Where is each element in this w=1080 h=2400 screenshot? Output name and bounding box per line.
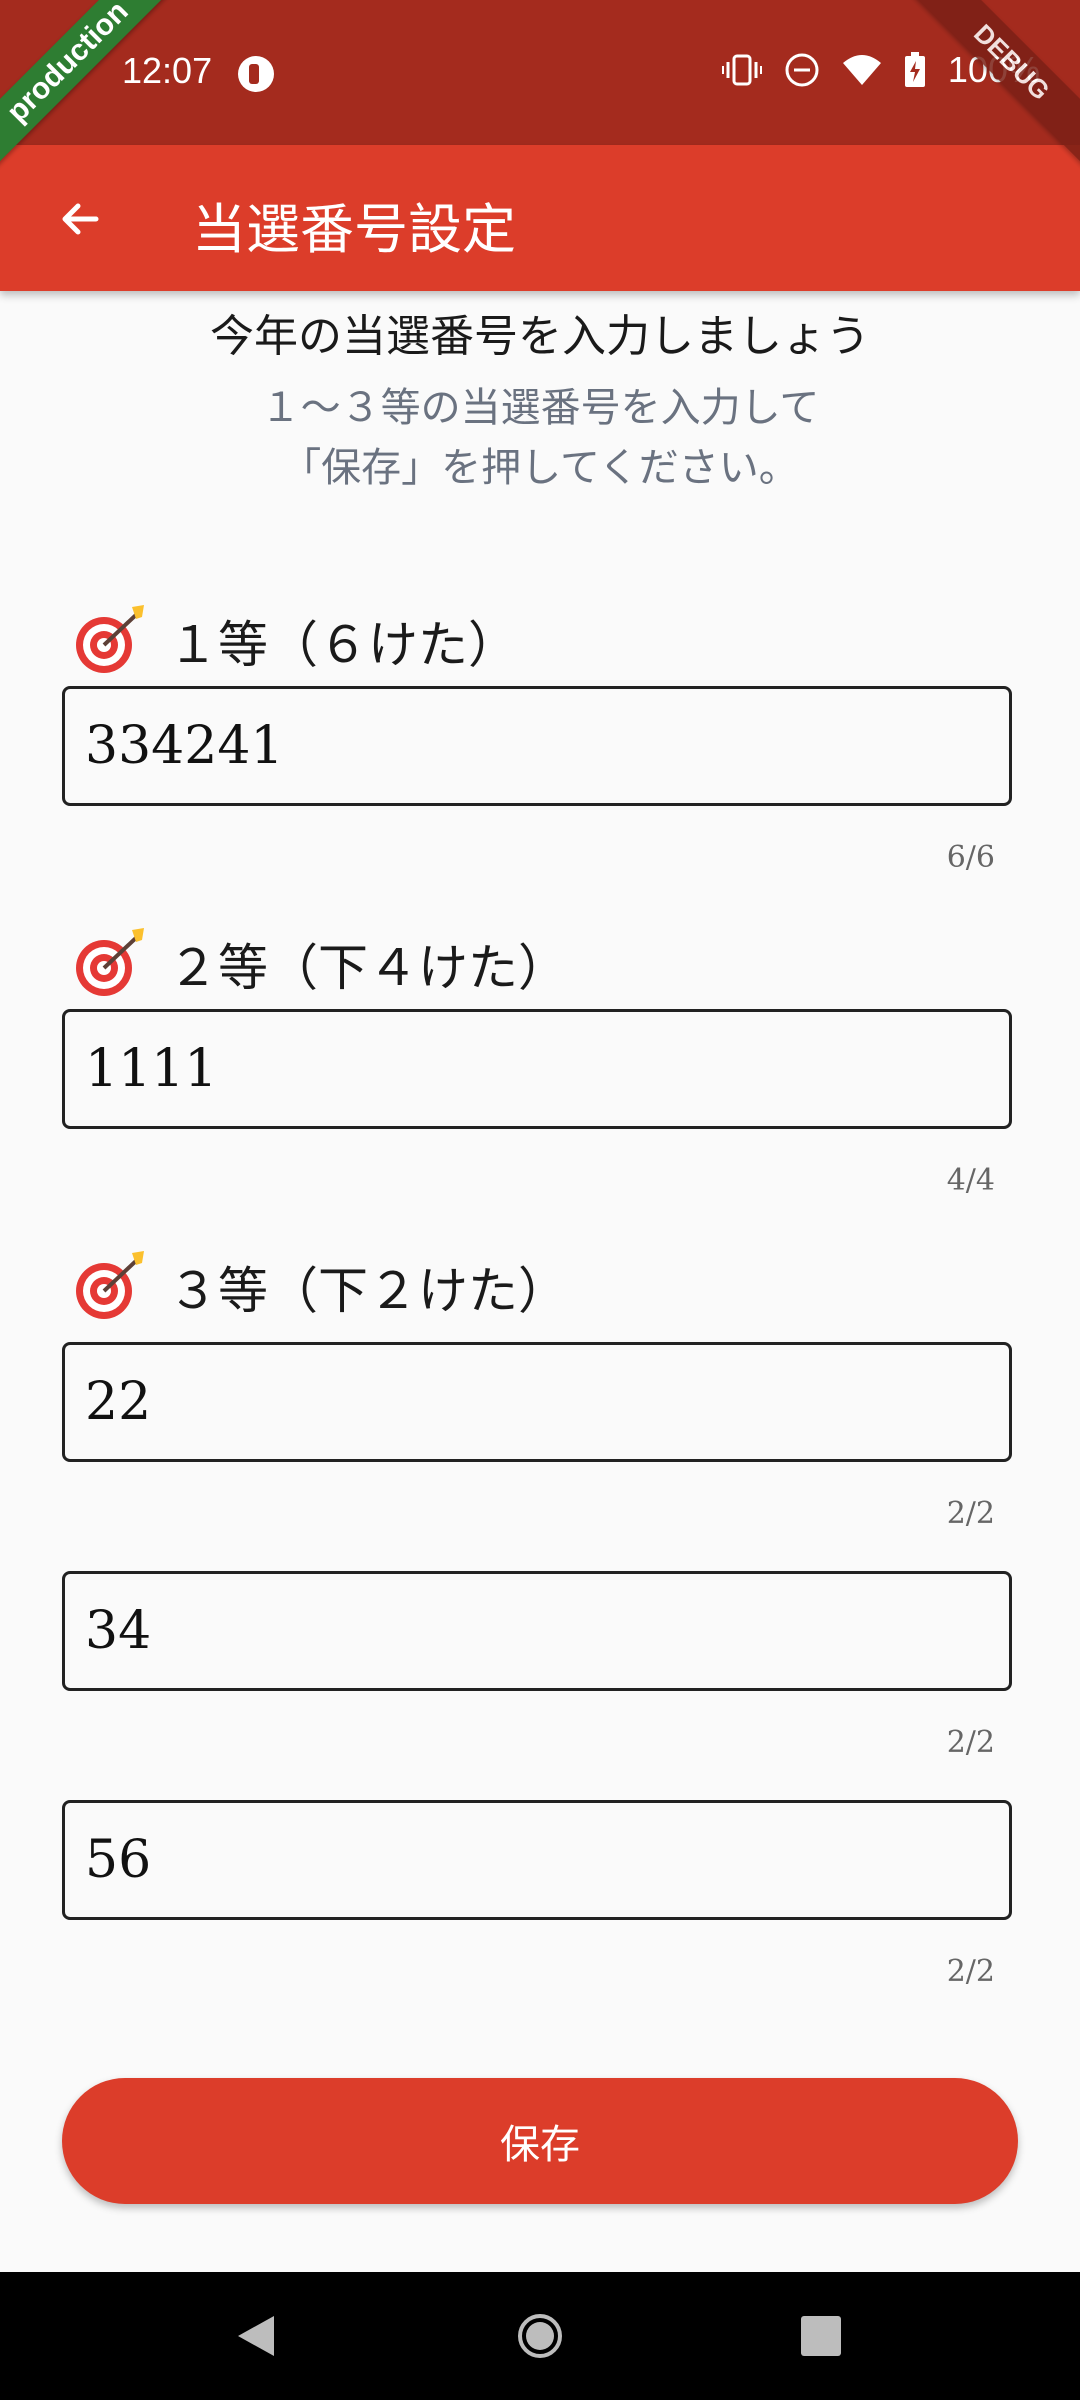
- prize-3-label-text: ３等（下２けた）: [168, 1262, 568, 1320]
- page-title: 当選番号設定: [192, 198, 516, 261]
- prize-1-label-text: １等（６けた）: [168, 616, 518, 674]
- prize-1-input[interactable]: 334241: [62, 686, 1012, 806]
- battery-charging-icon: [904, 52, 925, 87]
- back-button[interactable]: [40, 179, 120, 259]
- app-bar: 当選番号設定: [0, 145, 1080, 291]
- prize-3-counter-3: 2/2: [946, 1954, 995, 1989]
- intro-instructions: １〜３等の当選番号を入力して 「保存」を押してください。: [0, 378, 1080, 498]
- target-icon: [76, 1251, 144, 1319]
- target-icon: [76, 605, 144, 673]
- status-time: 12:07: [122, 50, 213, 91]
- vibrate-icon: [721, 54, 762, 86]
- intro-line-2: 「保存」を押してください。: [281, 445, 799, 491]
- prize-3-label: ３等（下２けた）: [72, 1249, 568, 1325]
- nav-recents-icon[interactable]: [801, 2316, 841, 2356]
- wifi-icon: [842, 55, 881, 85]
- prize-3-input-2[interactable]: 34: [62, 1571, 1012, 1691]
- prize-2-label-text: ２等（下４けた）: [168, 939, 568, 997]
- prize-2-input[interactable]: 1111: [62, 1009, 1012, 1129]
- prize-1-label: １等（６けた）: [72, 603, 518, 679]
- app-notification-icon: [238, 56, 274, 92]
- system-nav-bar: [0, 2272, 1080, 2400]
- status-bar: 12:07 100%: [0, 0, 1080, 145]
- target-icon: [76, 928, 144, 996]
- intro-line-1: １〜３等の当選番号を入力して: [260, 385, 820, 431]
- prize-3-input-3[interactable]: 56: [62, 1800, 1012, 1920]
- prize-3-counter-1: 2/2: [946, 1496, 995, 1531]
- prize-3-input-1[interactable]: 22: [62, 1342, 1012, 1462]
- prize-2-counter: 4/4: [946, 1163, 995, 1198]
- save-button[interactable]: 保存: [62, 2078, 1018, 2204]
- prize-1-counter: 6/6: [946, 840, 995, 875]
- nav-home-icon[interactable]: [516, 2310, 564, 2362]
- dnd-icon: [785, 53, 819, 87]
- nav-back-icon[interactable]: [234, 2312, 278, 2360]
- prize-2-label: ２等（下４けた）: [72, 926, 568, 1002]
- prize-3-counter-2: 2/2: [946, 1725, 995, 1760]
- arrow-left-icon: [62, 203, 99, 235]
- intro-heading: 今年の当選番号を入力しましょう: [210, 311, 870, 362]
